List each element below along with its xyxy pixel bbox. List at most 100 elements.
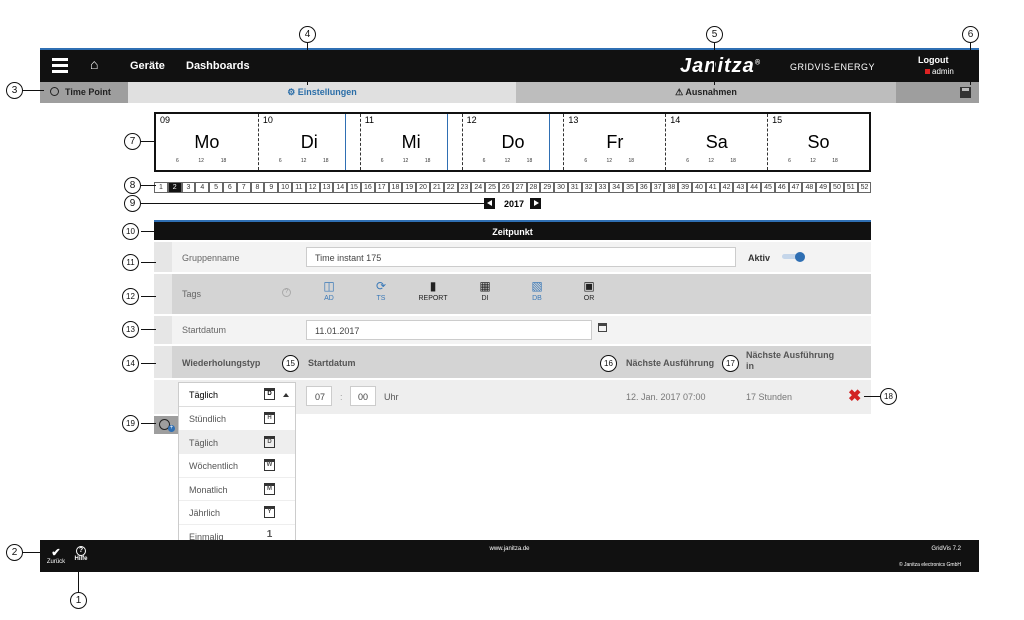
week-number[interactable]: 44: [747, 182, 762, 193]
day-column[interactable]: 15 So 6 12 18: [767, 114, 869, 170]
repeat-type-dropdown[interactable]: Täglich D Stündlich H Täglich D Wöchentlich W…: [178, 382, 296, 549]
row-repeat-header: Wiederholungstyp Startdatum Nächste Ausf…: [154, 346, 871, 378]
week-number[interactable]: 31: [567, 182, 582, 193]
week-number[interactable]: 51: [843, 182, 858, 193]
add-schedule-button[interactable]: +: [154, 416, 178, 434]
week-number[interactable]: 1: [154, 182, 168, 193]
week-number[interactable]: 14: [333, 182, 348, 193]
plus-icon: +: [168, 425, 175, 432]
hamburger-menu-icon[interactable]: [52, 58, 68, 73]
calendar-icon[interactable]: [598, 323, 608, 333]
week-number[interactable]: 7: [236, 182, 251, 193]
gruppenname-input[interactable]: Time instant 175: [306, 247, 736, 267]
week-number[interactable]: 45: [761, 182, 775, 193]
tab-ausnahmen[interactable]: ⚠ Ausnahmen: [516, 82, 896, 103]
week-number[interactable]: 17: [374, 182, 389, 193]
week-number[interactable]: 24: [471, 182, 486, 193]
startdatum-input[interactable]: 11.01.2017: [306, 320, 592, 340]
week-number[interactable]: 25: [485, 182, 499, 193]
week-number[interactable]: 11: [291, 182, 306, 193]
week-number[interactable]: 6: [222, 182, 237, 193]
week-number[interactable]: 42: [719, 182, 734, 193]
hour-input[interactable]: 07: [306, 386, 332, 406]
week-number[interactable]: 27: [512, 182, 527, 193]
week-number[interactable]: 43: [733, 182, 748, 193]
week-number[interactable]: 19: [402, 182, 417, 193]
repeat-option[interactable]: Stündlich H: [179, 407, 295, 431]
week-number[interactable]: 22: [443, 182, 458, 193]
week-number[interactable]: 38: [664, 182, 679, 193]
week-number[interactable]: 29: [540, 182, 555, 193]
week-day-strip[interactable]: 09 Mo 6 12 18 10 Di 6 12 18 11 Mi 6 12 18 12 Do 6 12 18 13 Fr…: [154, 112, 871, 172]
minute-input[interactable]: 00: [350, 386, 376, 406]
week-number[interactable]: 49: [816, 182, 831, 193]
day-column[interactable]: 09 Mo 6 12 18: [156, 114, 258, 170]
tags-label: Tags: [182, 289, 202, 299]
week-number[interactable]: 9: [264, 182, 279, 193]
day-column[interactable]: 13 Fr 6 12 18: [563, 114, 665, 170]
logout-link[interactable]: Logout: [918, 55, 949, 65]
week-number[interactable]: 10: [278, 182, 292, 193]
nav-dashboards[interactable]: Dashboards: [186, 60, 250, 72]
week-number[interactable]: 36: [636, 182, 651, 193]
week-number[interactable]: 20: [416, 182, 430, 193]
delete-icon[interactable]: ✖: [848, 386, 861, 406]
repeat-option[interactable]: Monatlich M: [179, 478, 295, 501]
save-button[interactable]: [896, 82, 979, 103]
next-year-button[interactable]: [530, 198, 541, 209]
footer-url[interactable]: www.janitza.de: [40, 546, 979, 552]
week-number[interactable]: 8: [250, 182, 265, 193]
repeat-type-selected[interactable]: Täglich D: [179, 383, 295, 407]
help-icon[interactable]: ?: [282, 288, 291, 297]
tag-or[interactable]: ▣ OR: [566, 280, 612, 302]
repeat-option[interactable]: Wöchentlich W: [179, 454, 295, 478]
week-number[interactable]: 23: [457, 182, 472, 193]
tag-label: DI: [481, 295, 489, 302]
week-number[interactable]: 26: [498, 182, 513, 193]
tab-time-point[interactable]: Time Point: [40, 82, 128, 103]
callout-1: 1: [70, 592, 87, 609]
week-number[interactable]: 32: [581, 182, 596, 193]
back-button[interactable]: ✔ Zurück: [45, 546, 67, 565]
week-number[interactable]: 40: [692, 182, 706, 193]
repeat-option[interactable]: Täglich D: [179, 430, 295, 454]
week-number[interactable]: 5: [209, 182, 223, 193]
nav-geraete[interactable]: Geräte: [130, 60, 165, 72]
week-number[interactable]: 13: [319, 182, 334, 193]
tag-db[interactable]: ▧ DB: [514, 280, 560, 302]
help-button[interactable]: ? Hilfe: [72, 546, 90, 562]
callout-14: 14: [122, 355, 139, 372]
tag-ad[interactable]: ◫ AD: [306, 280, 352, 302]
week-number[interactable]: 15: [347, 182, 361, 193]
week-number[interactable]: 28: [526, 182, 541, 193]
week-number[interactable]: 3: [181, 182, 196, 193]
week-number[interactable]: 4: [195, 182, 210, 193]
week-number[interactable]: 18: [388, 182, 403, 193]
week-number[interactable]: 2: [167, 182, 182, 193]
repeat-option[interactable]: Jährlich Y: [179, 501, 295, 525]
week-number[interactable]: 21: [429, 182, 444, 193]
home-icon[interactable]: ⌂: [90, 56, 98, 72]
week-number[interactable]: 52: [857, 182, 872, 193]
aktiv-toggle[interactable]: [782, 252, 806, 262]
week-number[interactable]: 47: [788, 182, 803, 193]
week-number[interactable]: 12: [305, 182, 320, 193]
week-number[interactable]: 34: [609, 182, 624, 193]
week-number[interactable]: 48: [802, 182, 817, 193]
week-number[interactable]: 16: [360, 182, 375, 193]
callout-2: 2: [6, 544, 23, 561]
week-number[interactable]: 50: [830, 182, 844, 193]
tag-report[interactable]: ▮ REPORT: [410, 280, 456, 302]
tag-di[interactable]: ▦ DI: [462, 280, 508, 302]
week-number[interactable]: 41: [705, 182, 720, 193]
tag-ts[interactable]: ⟳ TS: [358, 280, 404, 302]
day-column[interactable]: 14 Sa 6 12 18: [665, 114, 767, 170]
week-number[interactable]: 37: [650, 182, 665, 193]
week-number[interactable]: 35: [623, 182, 637, 193]
week-number[interactable]: 39: [678, 182, 693, 193]
tab-einstellungen[interactable]: ⚙ Einstellungen: [128, 82, 516, 103]
day-number: 13: [568, 115, 579, 125]
week-number[interactable]: 30: [554, 182, 568, 193]
week-number[interactable]: 33: [595, 182, 610, 193]
week-number[interactable]: 46: [774, 182, 789, 193]
